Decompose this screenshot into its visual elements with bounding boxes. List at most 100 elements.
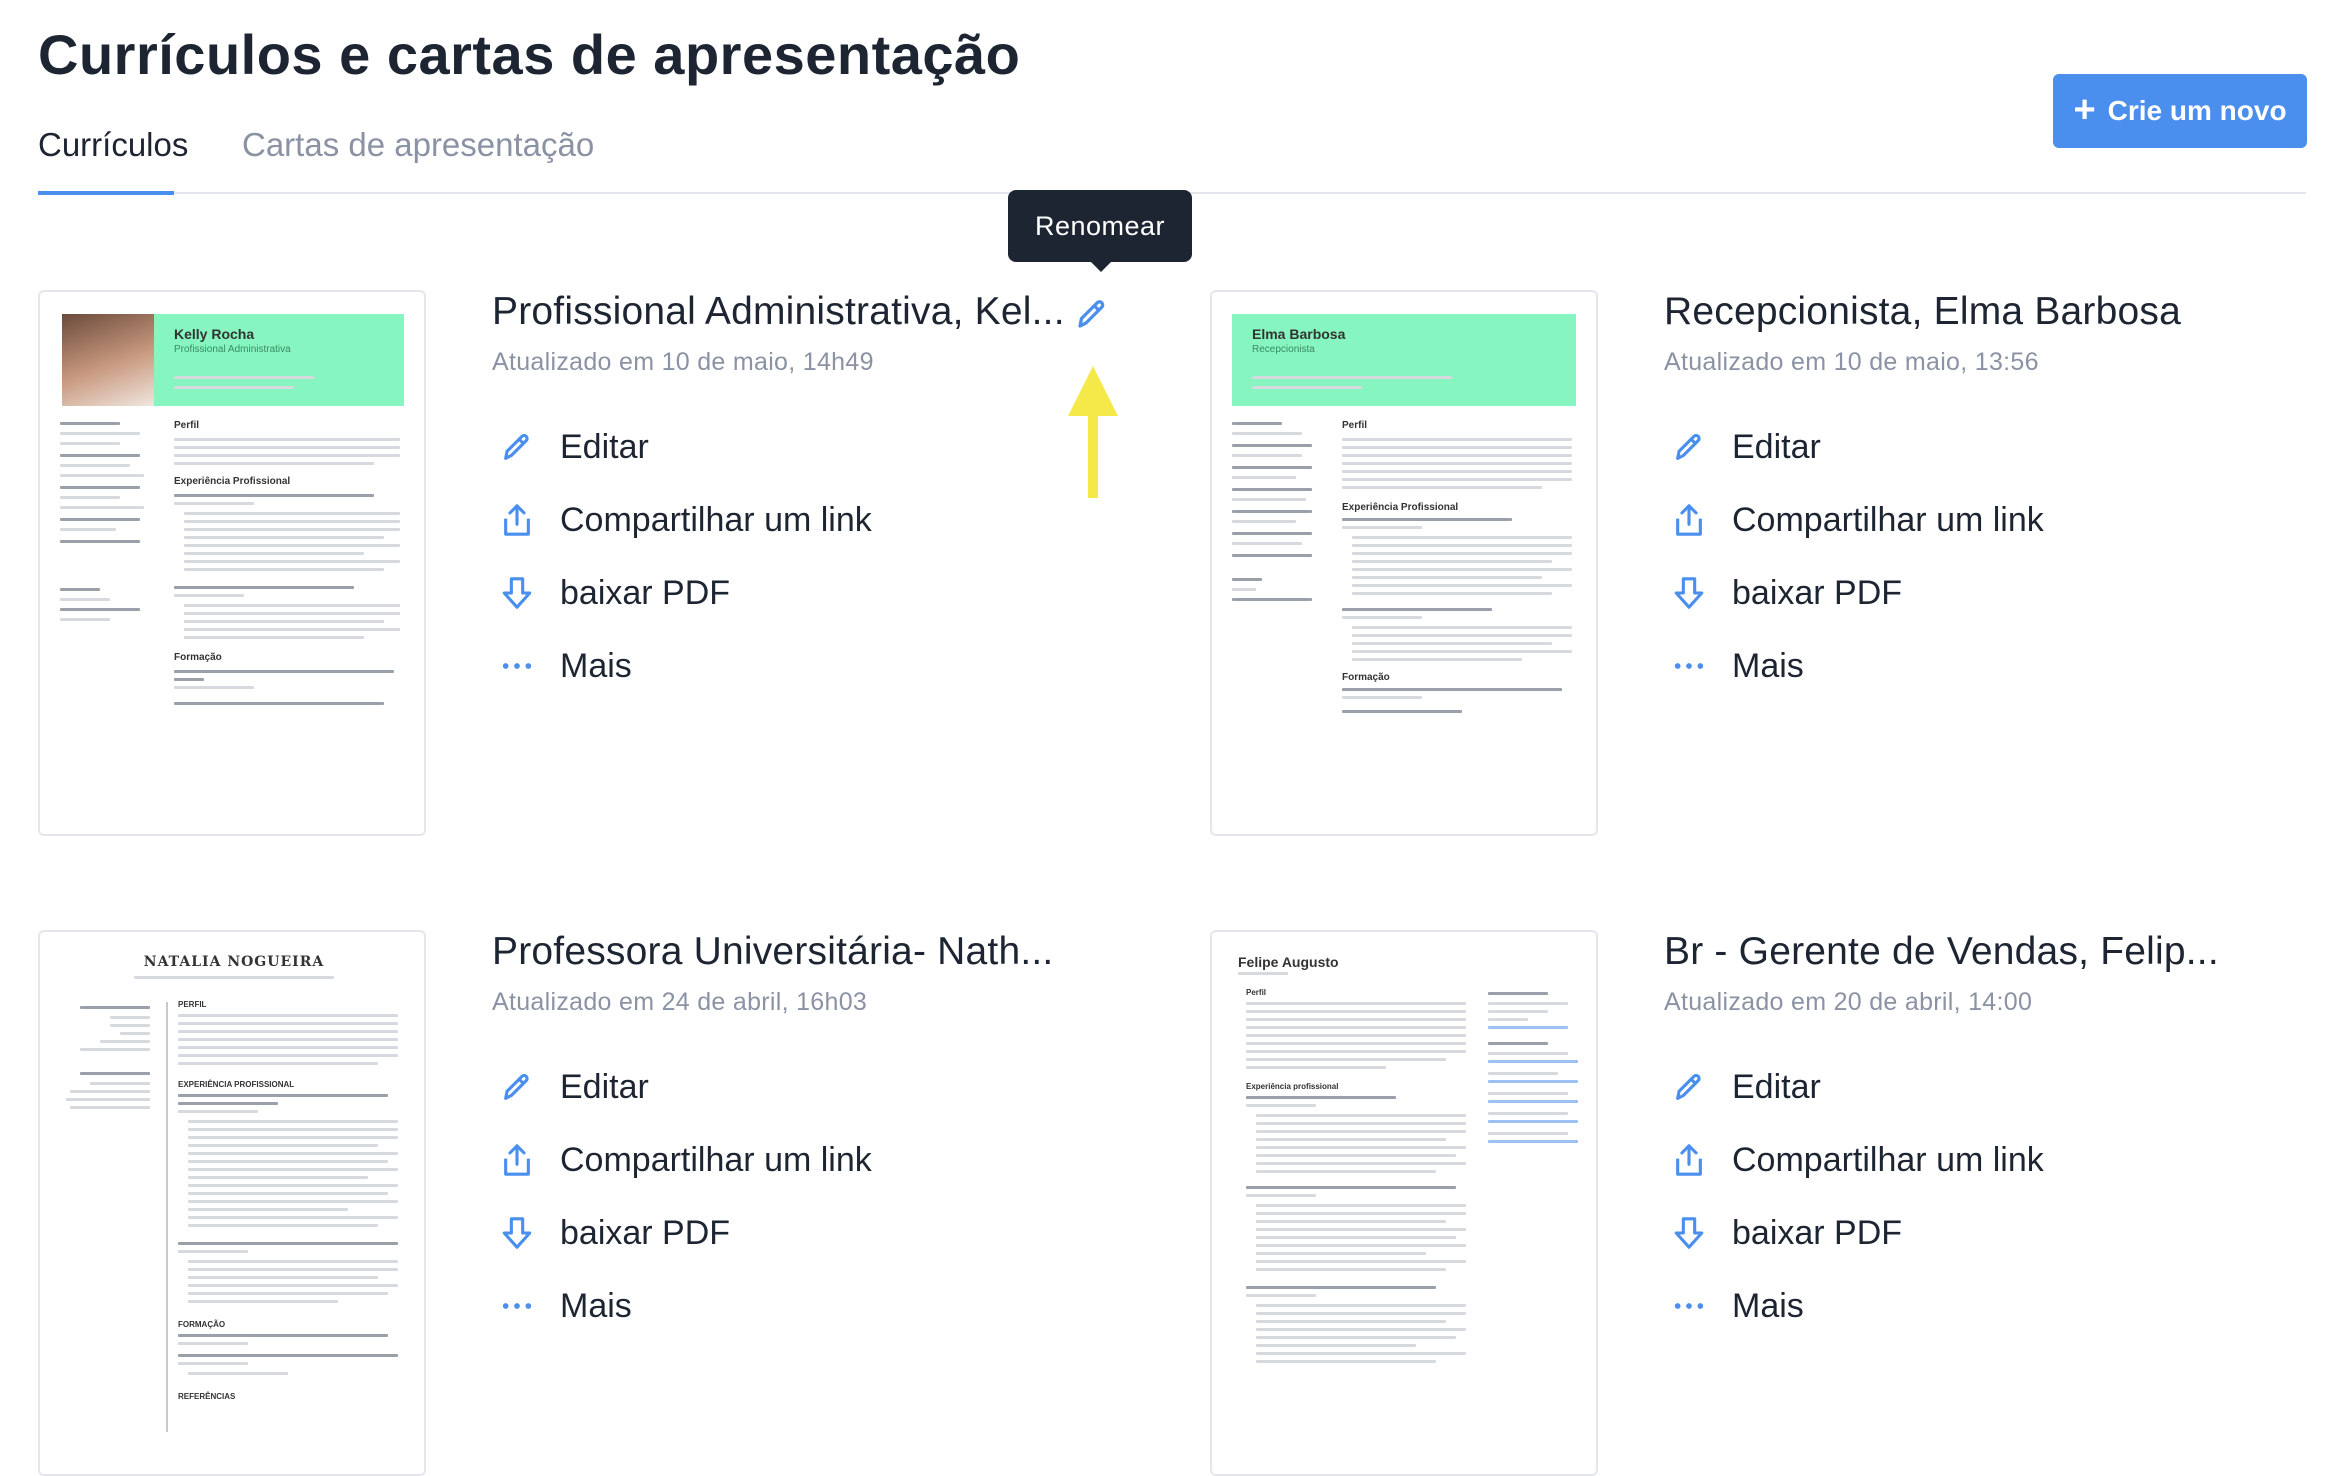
download-label: baixar PDF <box>560 574 731 612</box>
more-label: Mais <box>1732 647 1804 685</box>
thumb-name: Kelly Rocha <box>174 326 255 342</box>
ellipsis-icon <box>1672 647 1706 685</box>
thumb-heading: Formação <box>1342 672 1390 683</box>
tab-curriculos-label: Currículos <box>38 126 189 163</box>
more-button[interactable]: Mais <box>500 647 872 720</box>
tab-bar: Currículos Cartas de apresentação <box>38 126 2306 195</box>
edit-label: Editar <box>1732 428 1821 466</box>
more-label: Mais <box>560 647 632 685</box>
download-arrow-icon <box>500 574 534 612</box>
resume-thumbnail[interactable]: NATALIA NOGUEIRA PERFIL EXPERIÊNCIA PROF… <box>38 930 426 1476</box>
edit-label: Editar <box>1732 1068 1821 1106</box>
download-label: baixar PDF <box>1732 1214 1903 1252</box>
thumb-heading: Formação <box>174 652 222 663</box>
resume-card: Felipe Augusto Perfil Experiência profis… <box>1210 930 2310 1476</box>
thumb-heading: EXPERIÊNCIA PROFISSIONAL <box>178 1080 295 1089</box>
thumb-name: Felipe Augusto <box>1238 954 1339 970</box>
download-pdf-button[interactable]: baixar PDF <box>1672 574 2044 647</box>
resume-thumbnail[interactable]: Felipe Augusto Perfil Experiência profis… <box>1210 930 1598 1476</box>
share-upload-icon <box>500 501 534 539</box>
tooltip-text: Renomear <box>1034 210 1166 241</box>
thumb-heading: Experiência profissional <box>1246 1082 1339 1091</box>
more-button[interactable]: Mais <box>500 1287 872 1360</box>
share-link-button[interactable]: Compartilhar um link <box>500 501 872 574</box>
download-arrow-icon <box>1672 1214 1706 1252</box>
resume-thumbnail[interactable]: Elma Barbosa Recepcionista Perfil Experi… <box>1210 290 1598 836</box>
resume-title[interactable]: Recepcionista, Elma Barbosa <box>1664 290 2181 334</box>
resume-title[interactable]: Professora Universitária- Nath... <box>492 930 1053 974</box>
share-label: Compartilhar um link <box>1732 501 2044 539</box>
edit-button[interactable]: Editar <box>500 1068 872 1141</box>
share-link-button[interactable]: Compartilhar um link <box>1672 501 2044 574</box>
resume-card: NATALIA NOGUEIRA PERFIL EXPERIÊNCIA PROF… <box>38 930 1168 1476</box>
thumb-heading: Perfil <box>1246 988 1267 997</box>
edit-button[interactable]: Editar <box>1672 1068 2044 1141</box>
ellipsis-icon <box>500 1287 534 1325</box>
thumb-name: Elma Barbosa <box>1252 326 1346 342</box>
create-new-label: Crie um novo <box>2107 95 2287 126</box>
thumb-heading: FORMAÇÃO <box>178 1320 226 1329</box>
pencil-icon <box>500 428 534 466</box>
thumb-heading: Perfil <box>174 420 200 431</box>
resume-title[interactable]: Br - Gerente de Vendas, Felip... <box>1664 930 2219 974</box>
thumb-timeline <box>166 1002 168 1432</box>
thumb-heading: Experiência Profissional <box>1342 502 1459 513</box>
thumb-role: Profissional Administrativa <box>174 344 291 355</box>
pencil-icon <box>500 1068 534 1106</box>
edit-button[interactable]: Editar <box>500 428 872 501</box>
share-upload-icon <box>1672 501 1706 539</box>
thumb-heading: Perfil <box>1342 420 1368 431</box>
updated-date: Atualizado em 10 de maio, 13:56 <box>1664 348 2039 376</box>
page-title: Currículos e cartas de apresentação <box>38 23 1021 86</box>
pencil-icon[interactable] <box>1074 296 1110 332</box>
share-label: Compartilhar um link <box>560 501 872 539</box>
ellipsis-icon <box>1672 1287 1706 1325</box>
thumb-role: Recepcionista <box>1252 344 1315 355</box>
share-link-button[interactable]: Compartilhar um link <box>1672 1141 2044 1214</box>
thumb-heading: Experiência Profissional <box>174 476 291 487</box>
download-arrow-icon <box>1672 574 1706 612</box>
edit-label: Editar <box>560 428 649 466</box>
more-button[interactable]: Mais <box>1672 647 2044 720</box>
tab-curriculos[interactable]: Currículos <box>38 126 188 164</box>
resume-actions: Editar Compartilhar um link baixar PDF M… <box>500 428 872 720</box>
more-label: Mais <box>1732 1287 1804 1325</box>
thumb-name: NATALIA NOGUEIRA <box>143 954 325 970</box>
thumb-photo <box>62 314 154 406</box>
resume-thumbnail[interactable]: Kelly Rocha Profissional Administrativa … <box>38 290 426 836</box>
share-upload-icon <box>500 1141 534 1179</box>
share-link-button[interactable]: Compartilhar um link <box>500 1141 872 1214</box>
tooltip-tail <box>1089 260 1113 272</box>
resume-actions: Editar Compartilhar um link baixar PDF M… <box>1672 1068 2044 1360</box>
download-pdf-button[interactable]: baixar PDF <box>500 1214 872 1287</box>
pencil-icon <box>1672 428 1706 466</box>
edit-button[interactable]: Editar <box>1672 428 2044 501</box>
more-button[interactable]: Mais <box>1672 1287 2044 1360</box>
resume-card: Elma Barbosa Recepcionista Perfil Experi… <box>1210 290 2310 840</box>
share-label: Compartilhar um link <box>560 1141 872 1179</box>
resume-actions: Editar Compartilhar um link baixar PDF M… <box>500 1068 872 1360</box>
pencil-icon <box>1672 1068 1706 1106</box>
download-label: baixar PDF <box>560 1214 731 1252</box>
resume-actions: Editar Compartilhar um link baixar PDF M… <box>1672 428 2044 720</box>
resume-card: Kelly Rocha Profissional Administrativa … <box>38 290 1168 840</box>
updated-date: Atualizado em 24 de abril, 16h03 <box>492 988 868 1016</box>
download-label: baixar PDF <box>1732 574 1903 612</box>
thumb-heading: REFERÊNCIAS <box>178 1392 236 1401</box>
download-pdf-button[interactable]: baixar PDF <box>500 574 872 647</box>
tab-cartas-label: Cartas de apresentação <box>242 126 595 163</box>
resume-title[interactable]: Profissional Administrativa, Kel... <box>492 290 1065 334</box>
ellipsis-icon <box>500 647 534 685</box>
share-label: Compartilhar um link <box>1732 1141 2044 1179</box>
edit-label: Editar <box>560 1068 649 1106</box>
tab-cartas[interactable]: Cartas de apresentação <box>242 126 594 164</box>
updated-date: Atualizado em 10 de maio, 14h49 <box>492 348 874 376</box>
plus-icon: + <box>2073 88 2096 131</box>
updated-date: Atualizado em 20 de abril, 14:00 <box>1664 988 2033 1016</box>
thumb-heading: PERFIL <box>178 1000 207 1009</box>
active-tab-indicator <box>38 191 174 195</box>
download-arrow-icon <box>500 1214 534 1252</box>
rename-tooltip: Renomear <box>1008 190 1192 262</box>
share-upload-icon <box>1672 1141 1706 1179</box>
download-pdf-button[interactable]: baixar PDF <box>1672 1214 2044 1287</box>
